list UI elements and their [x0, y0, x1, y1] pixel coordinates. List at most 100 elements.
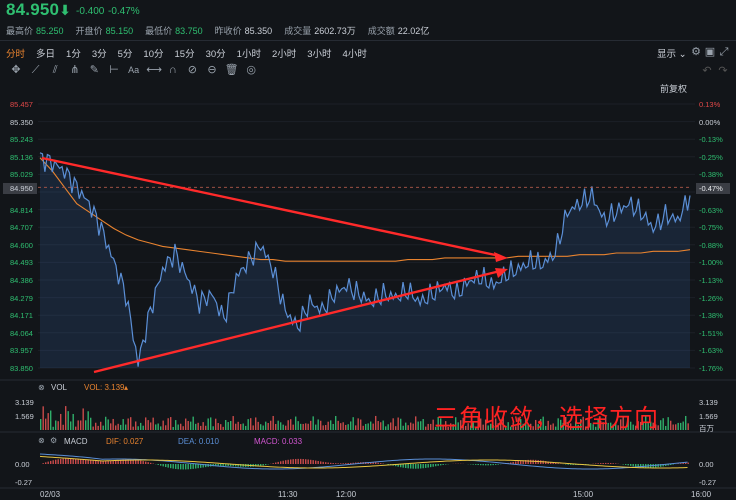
macd-tick-right: 0.00	[699, 460, 714, 469]
volume-bar	[660, 420, 662, 430]
volume-bar	[265, 421, 267, 430]
volume-bar	[222, 426, 224, 430]
volume-bar	[240, 424, 242, 430]
macd-bar	[432, 464, 434, 467]
macd-bar	[402, 464, 404, 468]
volume-bar	[72, 413, 74, 430]
volume-bar	[662, 418, 664, 430]
volume-bar	[155, 424, 157, 430]
macd-bar	[477, 464, 479, 466]
caret-up-icon[interactable]: ▴	[124, 383, 128, 392]
macd-bar	[567, 464, 569, 465]
volume-bar	[365, 423, 367, 430]
volume-bar	[160, 426, 162, 430]
volume-bar	[245, 425, 247, 430]
volume-bar	[287, 420, 289, 430]
volume-bar	[337, 420, 339, 430]
macd-bar	[195, 464, 197, 469]
macd-bar	[445, 464, 447, 465]
volume-bar	[182, 426, 184, 430]
macd-bar	[380, 463, 382, 464]
collapse-icon[interactable]: ⊗	[38, 436, 45, 445]
macd-bar	[157, 464, 159, 465]
macd-bar	[160, 464, 162, 466]
arrow-head	[494, 252, 508, 262]
macd-value: MACD: 0.033	[254, 437, 303, 446]
volume-bar	[40, 419, 42, 430]
macd-bar	[170, 464, 172, 469]
volume-bar	[332, 423, 334, 430]
volume-bar	[212, 426, 214, 430]
volume-bar	[185, 418, 187, 430]
volume-bar	[142, 425, 144, 430]
time-tick: 12:00	[336, 490, 357, 499]
macd-bar	[625, 464, 627, 465]
volume-bar	[170, 417, 172, 430]
volume-bar	[312, 416, 314, 430]
vol-unit: 百万	[699, 424, 714, 433]
volume-bar	[242, 423, 244, 430]
volume-bar	[417, 421, 419, 430]
macd-bar	[310, 459, 312, 464]
macd-bar	[630, 464, 632, 466]
macd-bar	[422, 464, 424, 469]
price-tick: 83.850	[10, 364, 33, 373]
macd-bar	[347, 463, 349, 464]
macd-bar	[485, 464, 487, 466]
macd-bar	[277, 461, 279, 464]
pct-tick: -0.13%	[699, 135, 723, 145]
volume-bar	[62, 424, 64, 430]
volume-bar	[190, 421, 192, 430]
volume-bar	[250, 418, 252, 430]
macd-bar	[642, 464, 644, 468]
volume-bar	[675, 424, 677, 430]
macd-bar	[87, 459, 89, 464]
macd-bar	[327, 462, 329, 464]
macd-bar	[75, 458, 77, 464]
macd-bar	[595, 463, 597, 464]
volume-bar	[162, 420, 164, 430]
macd-bar	[292, 459, 294, 464]
annotation-text: 三角收敛，选择方向	[434, 404, 659, 432]
macd-bar	[305, 459, 307, 464]
macd-bar	[345, 463, 347, 464]
pct-tick: 0.13%	[699, 100, 721, 109]
volume-bar	[210, 417, 212, 430]
macd-bar	[330, 462, 332, 464]
macd-bar	[52, 460, 54, 464]
vol-tick: 3.139	[15, 398, 34, 407]
volume-bar	[280, 422, 282, 430]
volume-bar	[230, 420, 232, 430]
volume-bar	[347, 424, 349, 430]
volume-bar	[422, 419, 424, 430]
macd-bar	[602, 462, 604, 464]
volume-bar	[60, 413, 62, 430]
macd-bar	[635, 464, 637, 467]
macd-bar	[440, 464, 442, 466]
volume-bar	[132, 426, 134, 430]
macd-bar	[175, 464, 177, 469]
volume-bar	[350, 421, 352, 430]
volume-bar	[130, 417, 132, 430]
collapse-icon[interactable]: ⊗	[38, 383, 45, 392]
settings-icon[interactable]: ⚙	[50, 436, 57, 445]
macd-bar	[317, 460, 319, 464]
volume-bar	[665, 425, 667, 430]
volume-bar	[297, 421, 299, 430]
volume-bar	[402, 425, 404, 430]
macd-bar	[302, 458, 304, 464]
dea-value: DEA: 0.010	[178, 437, 219, 446]
volume-bar	[135, 421, 137, 430]
pct-tick: 0.00%	[699, 117, 721, 127]
macd-bar	[475, 464, 477, 465]
macd-bar	[427, 464, 429, 468]
volume-bar	[115, 425, 117, 430]
volume-bar	[425, 426, 427, 430]
macd-bar	[612, 463, 614, 464]
macd-bar	[80, 459, 82, 464]
volume-bar	[100, 421, 102, 430]
price-tick: 84.064	[10, 328, 33, 338]
vol-tick-right: 3.139	[699, 398, 718, 407]
volume-bar	[257, 421, 259, 430]
macd-bar	[295, 458, 297, 464]
